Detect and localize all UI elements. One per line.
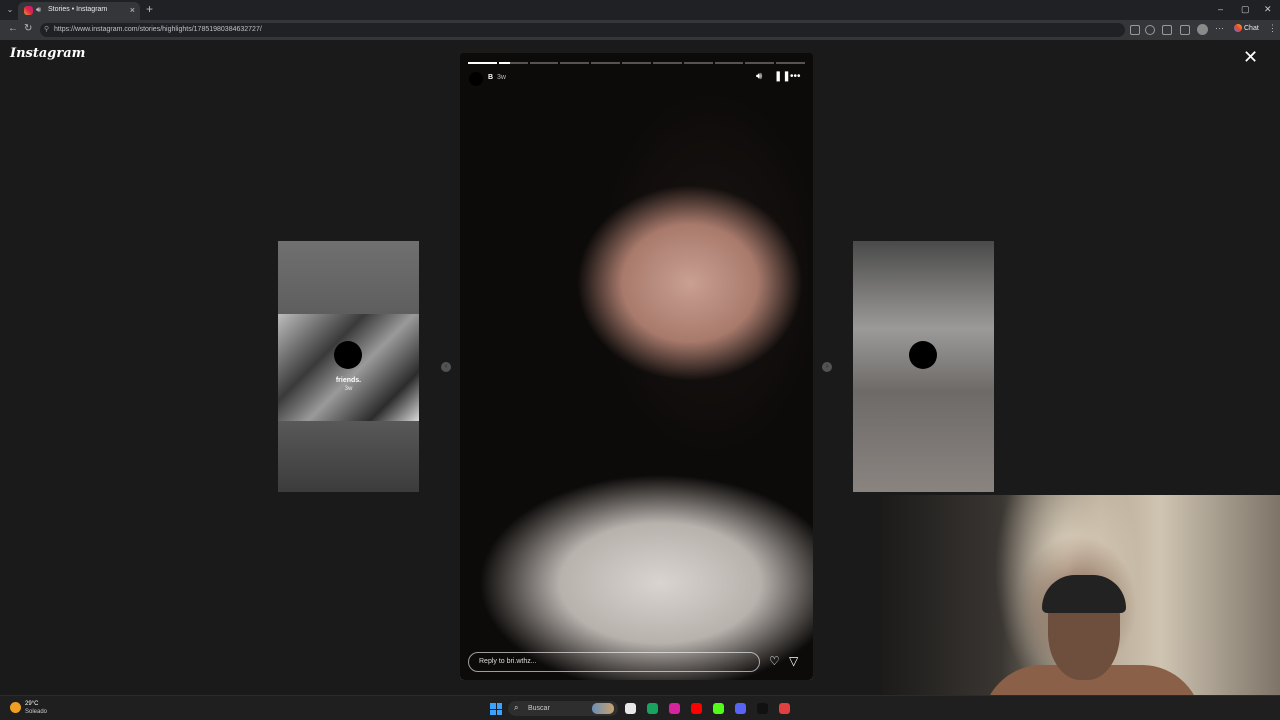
progress-segment — [498, 62, 528, 64]
tiktok-app-icon[interactable] — [757, 703, 768, 714]
previous-story-arrow-icon[interactable]: ‹ — [441, 362, 451, 372]
next-story-avatar — [909, 341, 937, 369]
next-story-arrow-icon[interactable]: › — [822, 362, 832, 372]
progress-segment — [560, 62, 590, 64]
explorer-app-icon[interactable] — [625, 703, 636, 714]
progress-segment — [529, 62, 559, 64]
kick-app-icon[interactable] — [713, 703, 724, 714]
progress-segment — [468, 62, 497, 64]
tab-title: Stories • Instagram — [48, 6, 108, 13]
progress-segment — [591, 62, 621, 64]
url-text: https://www.instagram.com/stories/highli… — [54, 26, 262, 33]
sidebar-toggle-icon[interactable]: ⋮ — [1268, 23, 1277, 34]
minimize-button[interactable]: – — [1218, 4, 1223, 14]
current-story[interactable]: B 3w 🔊︎ ❚❚ ••• Reply to bri.wthz... ♡ ▽ — [460, 53, 813, 680]
like-heart-icon[interactable]: ♡ — [769, 654, 780, 668]
progress-fill — [498, 62, 511, 64]
site-info-icon[interactable]: ⚲ — [44, 25, 49, 33]
extensions-grid-icon[interactable] — [1130, 25, 1140, 35]
more-options-icon[interactable]: ••• — [790, 71, 801, 82]
copilot-icon — [1234, 24, 1242, 32]
webcam-person-cap — [1042, 575, 1126, 613]
previous-story-preview[interactable]: friends. 3w — [278, 241, 419, 492]
sun-icon[interactable] — [10, 702, 21, 713]
windows-start-icon[interactable] — [490, 703, 502, 715]
progress-segment — [622, 62, 651, 64]
previous-story-time: 3w — [344, 386, 353, 392]
story-username[interactable]: B — [488, 74, 493, 81]
reload-icon[interactable]: ↻ — [24, 23, 32, 34]
progress-segment — [776, 62, 805, 64]
progress-segment — [745, 62, 775, 64]
close-viewer-icon[interactable]: ✕ — [1243, 48, 1258, 66]
extension-puzzle-icon[interactable] — [1162, 25, 1172, 35]
youtube-app-icon[interactable] — [691, 703, 702, 714]
browser-tab-bar: ⌄ 🔊︎ Stories • Instagram × + – ▢ ✕ — [0, 0, 1280, 20]
taskbar: 29°C Soleado ⌕ Buscar — [0, 695, 1280, 720]
progress-segment — [652, 62, 682, 64]
speaker-icon[interactable]: 🔊︎ — [36, 5, 41, 15]
story-progress-bar — [468, 62, 805, 64]
story-reply-input[interactable]: Reply to bri.wthz... — [468, 652, 760, 672]
reply-placeholder: Reply to bri.wthz... — [479, 658, 537, 665]
discord-app-icon[interactable] — [735, 703, 746, 714]
address-bar[interactable]: ⚲ https://www.instagram.com/stories/high… — [40, 23, 1125, 37]
tab-stories-instagram[interactable]: 🔊︎ Stories • Instagram × — [18, 2, 140, 20]
browser-nav-bar: ← ↻ ⚲ https://www.instagram.com/stories/… — [0, 20, 1280, 40]
favorites-icon[interactable] — [1180, 25, 1190, 35]
maximize-button[interactable]: ▢ — [1241, 4, 1250, 15]
story-image — [460, 53, 813, 680]
copilot-chat-button[interactable]: Chat — [1234, 24, 1259, 32]
tab-search-icon[interactable]: ⌄ — [4, 4, 16, 16]
instagram-favicon-icon — [24, 6, 33, 15]
taskbar-search[interactable]: ⌕ Buscar — [508, 701, 618, 716]
instagram-logo[interactable]: Instagram — [10, 46, 85, 61]
weather-temperature[interactable]: 29°C — [25, 701, 38, 707]
progress-segment — [714, 62, 744, 64]
weather-condition[interactable]: Soleado — [25, 709, 47, 715]
webcam-overlay — [882, 495, 1280, 720]
story-time: 3w — [497, 74, 506, 81]
tab-close-icon[interactable]: × — [130, 5, 135, 15]
instagram-app-icon[interactable] — [669, 703, 680, 714]
back-arrow-icon[interactable]: ← — [8, 23, 18, 34]
recorder-app-icon[interactable] — [779, 703, 790, 714]
chrome-app-icon[interactable] — [647, 703, 658, 714]
story-user-avatar[interactable] — [469, 72, 483, 86]
search-label: Buscar — [528, 705, 550, 712]
next-story-preview[interactable] — [853, 241, 994, 492]
pause-icon[interactable]: ❚❚ — [774, 71, 791, 82]
chat-label: Chat — [1244, 24, 1259, 32]
previous-story-avatar — [334, 341, 362, 369]
progress-segment — [683, 62, 713, 64]
window-close-button[interactable]: ✕ — [1264, 4, 1272, 15]
share-send-icon[interactable]: ▽ — [789, 654, 798, 668]
bookmark-star-icon[interactable] — [1145, 25, 1155, 35]
volume-icon[interactable]: 🔊︎ — [756, 71, 762, 82]
previous-story-name: friends. — [335, 377, 362, 384]
search-icon: ⌕ — [514, 703, 519, 712]
menu-dots-icon[interactable]: ⋯ — [1215, 23, 1224, 34]
search-highlight-image — [592, 703, 614, 714]
profile-avatar[interactable] — [1197, 24, 1208, 35]
new-tab-button[interactable]: + — [146, 3, 153, 15]
